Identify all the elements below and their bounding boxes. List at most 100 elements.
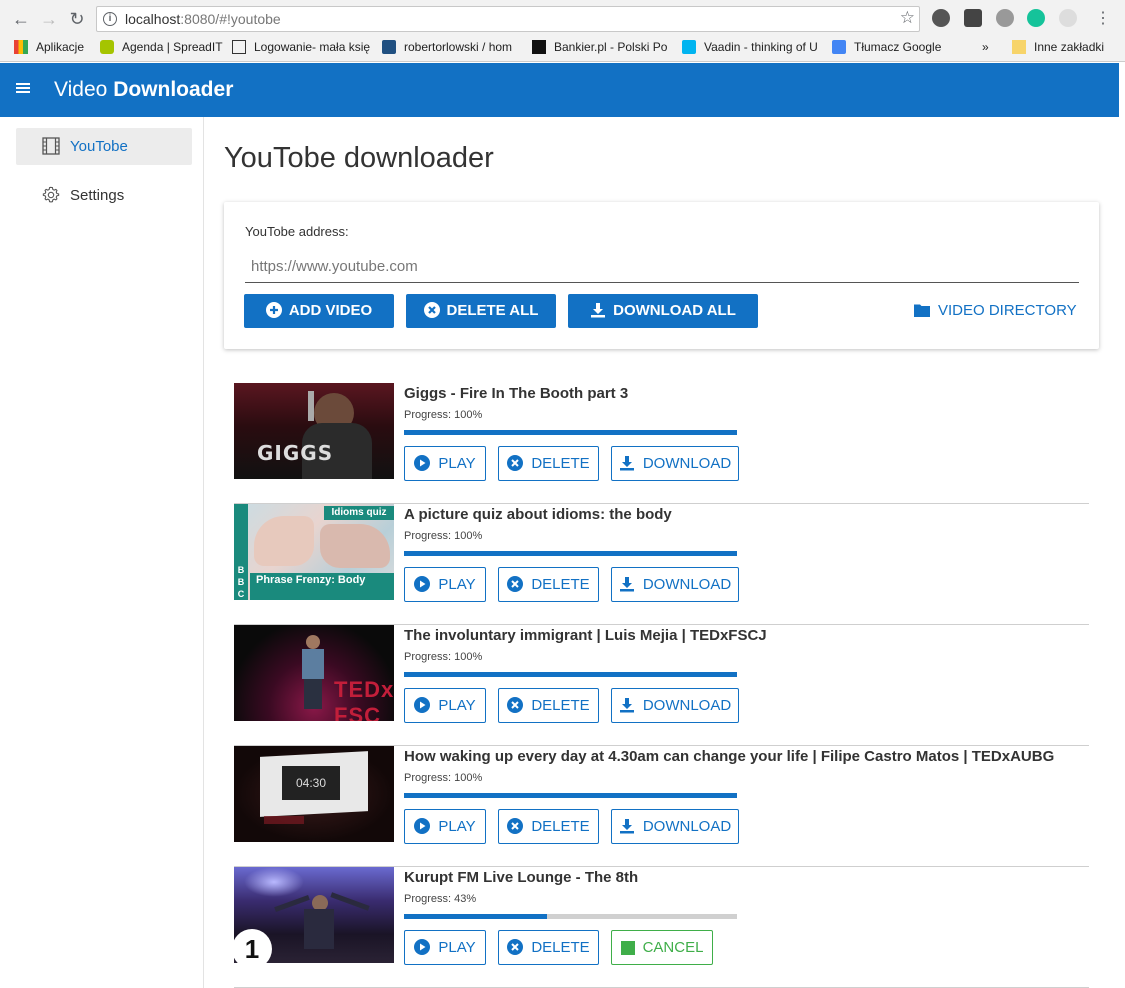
browser-menu-icon[interactable]: ⋮ <box>1092 8 1114 30</box>
x-circle-icon <box>507 576 524 592</box>
bookmark-logowanie[interactable]: Logowanie- mała księ <box>232 40 370 54</box>
x-circle-icon <box>507 939 524 955</box>
video-item: 1 Kurupt FM Live Lounge - The 8th Progre… <box>234 867 1089 988</box>
download-icon <box>591 303 606 318</box>
vaadin-icon <box>682 40 696 54</box>
play-circle-icon <box>414 576 431 592</box>
stop-square-icon <box>620 941 635 955</box>
play-circle-icon <box>414 697 431 713</box>
back-arrow-icon[interactable]: ← <box>10 8 32 30</box>
reload-icon[interactable]: ↻ <box>66 8 88 30</box>
video-directory-button[interactable]: VIDEO DIRECTORY <box>914 294 1077 328</box>
folder-icon <box>1012 40 1026 54</box>
progress-bar <box>404 914 737 919</box>
download-icon <box>619 577 634 592</box>
video-item: BBC Idioms quiz Phrase Frenzy: Body A pi… <box>234 504 1089 625</box>
extension-gray-icon[interactable] <box>1059 9 1077 27</box>
progress-label: Progress: 100% <box>404 651 483 663</box>
video-item: GIGGS Giggs - Fire In The Booth part 3 P… <box>234 383 1089 504</box>
delete-button[interactable]: DELETE <box>498 567 599 602</box>
progress-bar <box>404 793 737 798</box>
video-title: Kurupt FM Live Lounge - The 8th <box>404 869 639 886</box>
vaadin-extension-icon[interactable] <box>996 9 1014 27</box>
play-circle-icon <box>414 818 431 834</box>
extension-icon[interactable] <box>932 9 950 27</box>
delete-all-button[interactable]: DELETE ALL <box>406 294 556 328</box>
other-bookmarks[interactable]: Inne zakładki <box>1012 40 1104 54</box>
bankier-icon <box>532 40 546 54</box>
play-button[interactable]: PLAY <box>404 930 486 965</box>
delete-button[interactable]: DELETE <box>498 809 599 844</box>
bookmark-star-icon[interactable]: ☆ <box>900 8 915 28</box>
progress-label: Progress: 100% <box>404 772 483 784</box>
cancel-button[interactable]: CANCEL <box>611 930 713 965</box>
sidebar-item-settings[interactable]: Settings <box>16 177 192 214</box>
gear-icon <box>42 186 60 203</box>
page-title: YouTobe downloader <box>224 142 494 174</box>
download-button[interactable]: DOWNLOAD <box>611 567 739 602</box>
app-header: Video Downloader <box>0 63 1119 117</box>
film-icon <box>42 137 60 155</box>
progress-label: Progress: 100% <box>404 409 483 421</box>
delete-button[interactable]: DELETE <box>498 930 599 965</box>
extension-shield-icon[interactable] <box>964 9 982 27</box>
progress-bar <box>404 551 737 556</box>
video-thumbnail[interactable]: GIGGS <box>234 383 394 479</box>
bookmark-translate[interactable]: Tłumacz Google <box>832 40 962 54</box>
delete-button[interactable]: DELETE <box>498 688 599 723</box>
google-translate-icon <box>832 40 846 54</box>
download-icon <box>619 698 634 713</box>
play-button[interactable]: PLAY <box>404 446 486 481</box>
bookmarks-bar: Aplikacje Agenda | SpreadIT Logowanie- m… <box>0 37 1125 59</box>
bitbucket-icon <box>382 40 396 54</box>
thumbnail-text: 1 <box>234 929 272 963</box>
video-thumbnail[interactable]: 04:30 <box>234 746 394 842</box>
browser-chrome: ← → ↻ i localhost:8080/#!youtobe ☆ ⋮ Apl… <box>0 0 1125 62</box>
delete-button[interactable]: DELETE <box>498 446 599 481</box>
video-thumbnail[interactable]: TEDx FSC <box>234 625 394 721</box>
thumbnail-text: Phrase Frenzy: Body <box>250 573 394 600</box>
grammarly-icon[interactable] <box>1027 9 1045 27</box>
apps-grid-icon <box>14 40 28 54</box>
x-circle-icon <box>507 455 524 471</box>
video-item: TEDx FSC The involuntary immigrant | Lui… <box>234 625 1089 746</box>
sidebar-item-label: YouTobe <box>70 138 128 155</box>
bookmark-bankier[interactable]: Bankier.pl - Polski Po <box>532 40 668 54</box>
youtube-address-input[interactable] <box>245 251 1079 283</box>
video-title: The involuntary immigrant | Luis Mejia |… <box>404 627 767 644</box>
bookmark-bitbucket[interactable]: robertorlowski / hom <box>382 40 518 54</box>
bookmark-vaadin[interactable]: Vaadin - thinking of U <box>682 40 820 54</box>
x-circle-icon <box>423 302 440 318</box>
bookmark-agenda[interactable]: Agenda | SpreadIT <box>100 40 226 54</box>
download-icon <box>619 456 634 471</box>
menu-icon[interactable] <box>16 83 30 95</box>
bookmark-apps[interactable]: Aplikacje <box>14 40 94 54</box>
video-thumbnail[interactable]: 1 <box>234 867 394 963</box>
play-button[interactable]: PLAY <box>404 809 486 844</box>
ifi-icon <box>232 40 246 54</box>
download-icon <box>619 819 634 834</box>
play-button[interactable]: PLAY <box>404 567 486 602</box>
video-title: How waking up every day at 4.30am can ch… <box>404 748 1055 765</box>
play-button[interactable]: PLAY <box>404 688 486 723</box>
address-bar[interactable]: i localhost:8080/#!youtobe ☆ <box>96 6 920 32</box>
play-circle-icon <box>414 455 431 471</box>
more-bookmarks[interactable]: » <box>982 40 989 54</box>
download-all-button[interactable]: DOWNLOAD ALL <box>568 294 758 328</box>
add-video-card: YouTobe address: ADD VIDEO DELETE ALL DO… <box>224 202 1099 349</box>
video-thumbnail[interactable]: BBC Idioms quiz Phrase Frenzy: Body <box>234 504 394 600</box>
folder-icon <box>914 304 930 317</box>
info-icon[interactable]: i <box>103 12 117 26</box>
x-circle-icon <box>507 818 524 834</box>
sidebar: YouTobe Settings <box>0 117 204 988</box>
thumbnail-text: BBC <box>237 565 245 599</box>
sidebar-item-youtobe[interactable]: YouTobe <box>16 128 192 165</box>
download-button[interactable]: DOWNLOAD <box>611 688 739 723</box>
forward-arrow-icon[interactable]: → <box>38 8 60 30</box>
add-video-button[interactable]: ADD VIDEO <box>244 294 394 328</box>
sidebar-item-label: Settings <box>70 187 125 204</box>
download-button[interactable]: DOWNLOAD <box>611 809 739 844</box>
url-text: localhost:8080/#!youtobe <box>125 11 281 27</box>
download-button[interactable]: DOWNLOAD <box>611 446 739 481</box>
video-item: 04:30 How waking up every day at 4.30am … <box>234 746 1089 867</box>
